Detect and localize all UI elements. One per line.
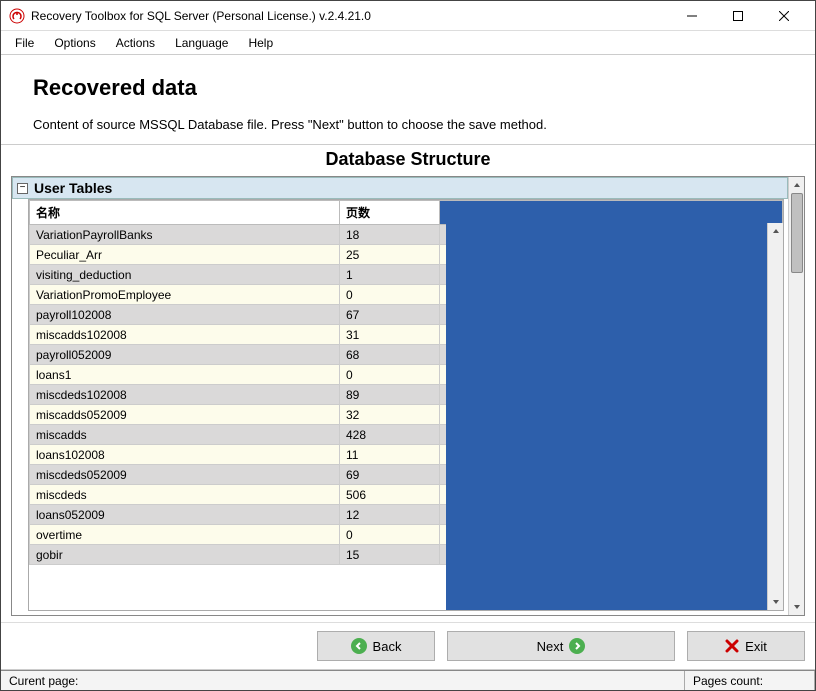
cell-pages: 428 xyxy=(340,425,440,445)
page-title: Recovered data xyxy=(33,75,783,101)
arrow-left-icon xyxy=(351,638,367,654)
cell-name: overtime xyxy=(30,525,340,545)
menu-file[interactable]: File xyxy=(5,34,44,52)
cell-name: gobir xyxy=(30,545,340,565)
close-icon xyxy=(725,639,739,653)
table-vertical-scrollbar[interactable] xyxy=(767,223,783,610)
cell-name: miscdeds102008 xyxy=(30,385,340,405)
page-description: Content of source MSSQL Database file. P… xyxy=(33,117,783,132)
cell-pages: 11 xyxy=(340,445,440,465)
next-label: Next xyxy=(537,639,564,654)
scroll-down-icon[interactable] xyxy=(769,594,783,610)
cell-pages: 0 xyxy=(340,525,440,545)
cell-pages: 1 xyxy=(340,265,440,285)
cell-name: payroll052009 xyxy=(30,345,340,365)
menu-options[interactable]: Options xyxy=(44,34,105,52)
table-area: 名称 页数 VariationPayrollBanks18Peculiar_Ar… xyxy=(28,199,784,611)
cell-pages: 506 xyxy=(340,485,440,505)
arrow-right-icon xyxy=(569,638,585,654)
cell-pages: 0 xyxy=(340,365,440,385)
title-bar: Recovery Toolbox for SQL Server (Persona… xyxy=(1,1,815,31)
cell-pages: 32 xyxy=(340,405,440,425)
header-section: Recovered data Content of source MSSQL D… xyxy=(1,55,815,144)
group-user-tables[interactable]: − User Tables xyxy=(12,177,788,199)
cell-pages: 89 xyxy=(340,385,440,405)
cell-pages: 18 xyxy=(340,225,440,245)
selection-overlay xyxy=(446,224,767,610)
window-controls xyxy=(669,2,807,30)
scroll-up-icon[interactable] xyxy=(789,177,805,193)
cell-pages: 15 xyxy=(340,545,440,565)
scroll-thumb[interactable] xyxy=(791,193,803,273)
back-label: Back xyxy=(373,639,402,654)
section-title: Database Structure xyxy=(1,145,815,176)
cell-name: miscdeds052009 xyxy=(30,465,340,485)
content-area: Recovered data Content of source MSSQL D… xyxy=(1,55,815,670)
cell-name: miscadds xyxy=(30,425,340,445)
group-label: User Tables xyxy=(34,180,112,196)
status-current-page: Curent page: xyxy=(1,671,685,690)
status-bar: Curent page: Pages count: xyxy=(1,670,815,690)
status-pages-count: Pages count: xyxy=(685,671,815,690)
scroll-up-icon[interactable] xyxy=(769,223,783,239)
exit-label: Exit xyxy=(745,639,767,654)
next-button[interactable]: Next xyxy=(447,631,675,661)
column-header-name[interactable]: 名称 xyxy=(30,201,340,225)
cell-name: miscadds102008 xyxy=(30,325,340,345)
cell-pages: 12 xyxy=(340,505,440,525)
exit-button[interactable]: Exit xyxy=(687,631,805,661)
cell-name: Peculiar_Arr xyxy=(30,245,340,265)
panel-vertical-scrollbar[interactable] xyxy=(788,177,804,615)
cell-pages: 67 xyxy=(340,305,440,325)
app-icon xyxy=(9,8,25,24)
cell-name: loans102008 xyxy=(30,445,340,465)
cell-name: payroll102008 xyxy=(30,305,340,325)
cell-name: VariationPayrollBanks xyxy=(30,225,340,245)
cell-pages: 68 xyxy=(340,345,440,365)
cell-pages: 31 xyxy=(340,325,440,345)
maximize-button[interactable] xyxy=(715,2,761,30)
close-button[interactable] xyxy=(761,2,807,30)
cell-name: visiting_deduction xyxy=(30,265,340,285)
cell-pages: 25 xyxy=(340,245,440,265)
menu-actions[interactable]: Actions xyxy=(106,34,165,52)
cell-pages: 0 xyxy=(340,285,440,305)
menu-bar: File Options Actions Language Help xyxy=(1,31,815,55)
cell-pages: 69 xyxy=(340,465,440,485)
minimize-button[interactable] xyxy=(669,2,715,30)
column-header-blank xyxy=(440,201,783,225)
column-header-pages[interactable]: 页数 xyxy=(340,201,440,225)
cell-name: miscdeds xyxy=(30,485,340,505)
cell-name: loans1 xyxy=(30,365,340,385)
window-title: Recovery Toolbox for SQL Server (Persona… xyxy=(31,9,669,23)
tree-collapse-icon[interactable]: − xyxy=(17,183,28,194)
menu-language[interactable]: Language xyxy=(165,34,238,52)
button-bar: Back Next Exit xyxy=(1,622,815,670)
scroll-down-icon[interactable] xyxy=(789,599,805,615)
cell-name: VariationPromoEmployee xyxy=(30,285,340,305)
menu-help[interactable]: Help xyxy=(238,34,283,52)
database-structure-panel: − User Tables 名称 页数 VariationPayrollBank… xyxy=(11,176,805,616)
back-button[interactable]: Back xyxy=(317,631,435,661)
cell-name: loans052009 xyxy=(30,505,340,525)
cell-name: miscadds052009 xyxy=(30,405,340,425)
